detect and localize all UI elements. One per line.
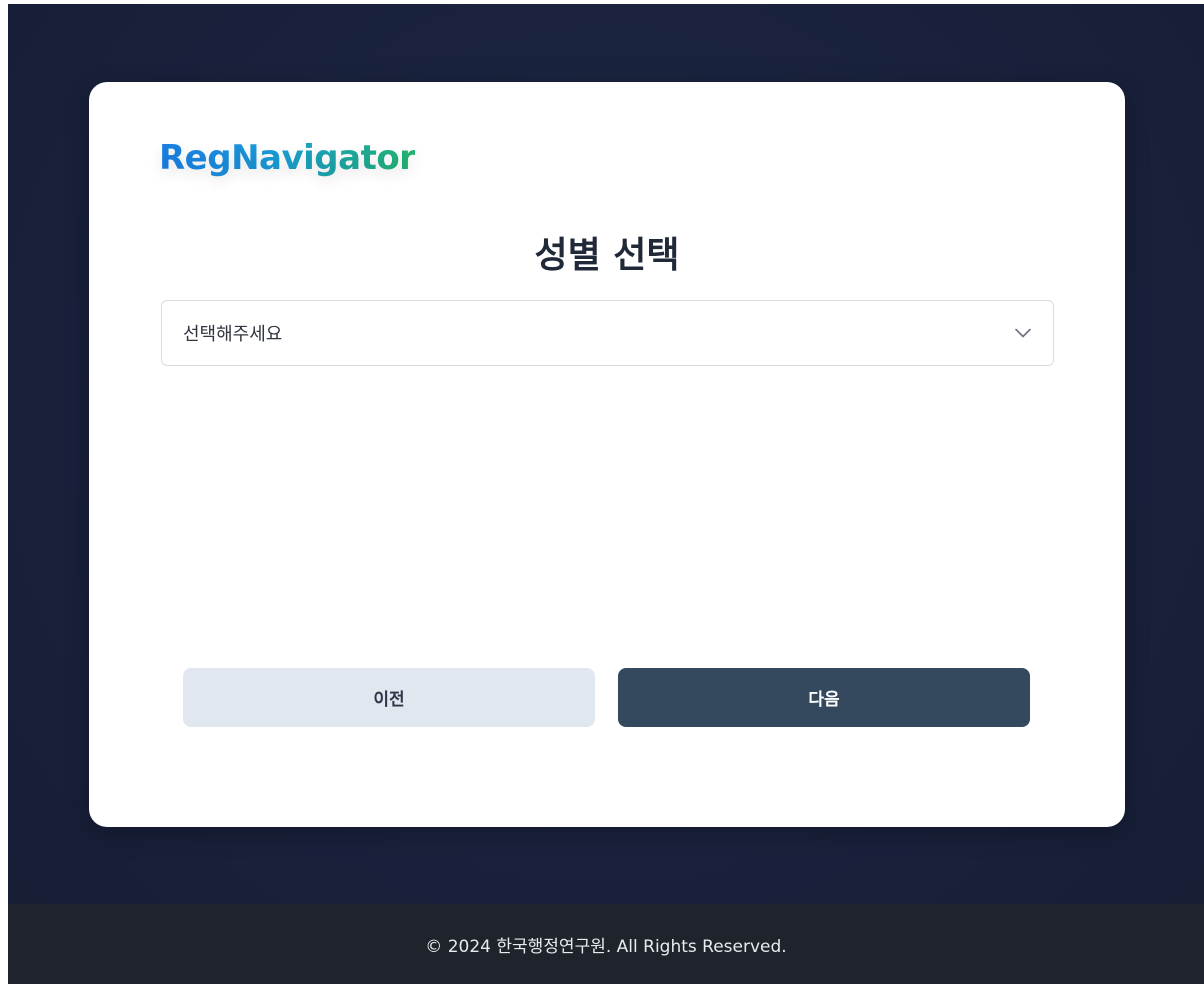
page-background: RegNavigator 성별 선택 선택해주세요 이전 다음 © 2024 한… [8, 4, 1204, 984]
chevron-down-icon [1015, 328, 1031, 338]
brand-logo: RegNavigator [159, 138, 416, 178]
page-title: 성별 선택 [534, 235, 680, 276]
gender-select-value: 선택해주세요 [183, 324, 283, 345]
footer: © 2024 한국행정연구원. All Rights Reserved. [8, 904, 1204, 984]
gender-select[interactable]: 선택해주세요 [161, 300, 1054, 366]
footer-copyright: © 2024 한국행정연구원. All Rights Reserved. [425, 936, 787, 957]
gender-selection-card: RegNavigator 성별 선택 선택해주세요 이전 다음 [89, 82, 1125, 827]
prev-button[interactable]: 이전 [183, 668, 595, 727]
next-button[interactable]: 다음 [618, 668, 1030, 727]
